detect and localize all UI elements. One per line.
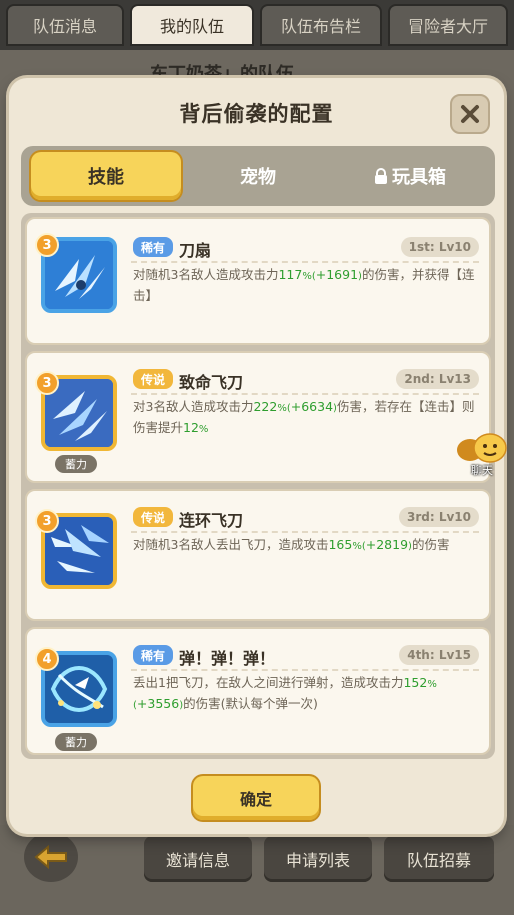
chat-button[interactable]: 聊天: [454, 432, 510, 480]
description-segment: %(: [352, 541, 366, 552]
description-segment: 222: [253, 399, 278, 414]
tab-team-bulletin[interactable]: 队伍布告栏: [260, 4, 382, 46]
divider: [131, 393, 479, 395]
close-icon: [461, 105, 479, 123]
config-dialog: 背后偷袭的配置 技能 宠物 玩具箱 3 稀有 刀扇 1st: Lv10 对随机3…: [9, 78, 504, 834]
lock-icon: [375, 168, 387, 184]
description-segment: 的伤害(默认每个弹一次): [183, 696, 318, 711]
charge-tag: 蓄力: [55, 733, 97, 751]
dialog-tab-bar: 技能 宠物 玩具箱: [21, 146, 495, 206]
description-segment: 152: [403, 675, 428, 690]
description-segment: 117: [278, 267, 303, 282]
description-segment: +1691: [315, 267, 359, 282]
description-segment: %: [198, 424, 209, 435]
back-arrow-icon: [34, 845, 67, 869]
skill-slot-badge: 4: [35, 647, 59, 671]
back-button[interactable]: [24, 832, 78, 882]
tab-toybox-label: 玩具箱: [392, 167, 446, 188]
chat-label: 聊天: [471, 464, 493, 477]
skill-description: 丢出1把飞刀，在敌人之间进行弹射，造成攻击力152%(+3556)的伤害(默认每…: [133, 673, 475, 715]
description-segment: +6634: [290, 399, 334, 414]
skill-level: 2nd: Lv13: [396, 369, 479, 389]
skill-description: 对随机3名敌人丢出飞刀，造成攻击165%(+2819)的伤害: [133, 535, 475, 556]
divider: [131, 669, 479, 671]
tab-my-team[interactable]: 我的队伍: [130, 4, 254, 46]
description-segment: 对随机3名敌人丢出飞刀，造成攻击: [133, 537, 329, 552]
skill-level: 3rd: Lv10: [398, 507, 479, 527]
skill-card[interactable]: 3 传说 连环飞刀 3rd: Lv10 对随机3名敌人丢出飞刀，造成攻击165%…: [25, 489, 491, 621]
skill-slot-badge: 3: [35, 233, 59, 257]
top-tab-bar: 队伍消息 我的队伍 队伍布告栏 冒险者大厅: [0, 0, 514, 50]
chat-bubble-icon: [457, 433, 507, 463]
dialog-title: 背后偷袭的配置: [179, 102, 334, 126]
confirm-button[interactable]: 确定: [193, 776, 319, 820]
skill-level: 4th: Lv15: [399, 645, 479, 665]
tab-team-messages[interactable]: 队伍消息: [6, 4, 124, 46]
description-segment: +2819: [365, 537, 409, 552]
description-segment: 丢出1把飞刀，在敌人之间进行弹射，造成攻击力: [133, 675, 404, 690]
rarity-badge: 稀有: [133, 645, 173, 665]
skill-card[interactable]: 3 蓄力 传说 致命飞刀 2nd: Lv13 对3名敌人造成攻击力222%(+6…: [25, 351, 491, 483]
divider: [131, 531, 479, 533]
tab-toybox[interactable]: 玩具箱: [335, 152, 485, 200]
skill-card[interactable]: 4 蓄力 稀有 弹！弹！弹！ 4th: Lv15 丢出1把飞刀，在敌人之间进行弹…: [25, 627, 491, 755]
skill-card[interactable]: 3 稀有 刀扇 1st: Lv10 对随机3名敌人造成攻击力117%(+1691…: [25, 217, 491, 345]
team-recruit-button[interactable]: 队伍招募: [384, 836, 494, 882]
tab-pets[interactable]: 宠物: [183, 152, 333, 200]
description-segment: +3556: [136, 696, 180, 711]
skill-description: 对3名敌人造成攻击力222%(+6634)伤害，若存在【连击】则伤害提升12%: [133, 397, 475, 439]
divider: [131, 261, 479, 263]
skill-slot-badge: 3: [35, 371, 59, 395]
skill-slot-badge: 3: [35, 509, 59, 533]
description-segment: 165: [328, 537, 353, 552]
invite-info-button[interactable]: 邀请信息: [144, 836, 252, 882]
tab-skills[interactable]: 技能: [31, 152, 181, 200]
rarity-badge: 传说: [133, 507, 173, 527]
rarity-badge: 稀有: [133, 237, 173, 257]
skill-description: 对随机3名敌人造成攻击力117%(+1691)的伤害，并获得【连击】: [133, 265, 475, 305]
tab-adventurer-hall[interactable]: 冒险者大厅: [388, 4, 508, 46]
skill-name: 致命飞刀: [179, 373, 244, 392]
close-button[interactable]: [450, 94, 490, 134]
skill-list: 3 稀有 刀扇 1st: Lv10 对随机3名敌人造成攻击力117%(+1691…: [21, 213, 495, 759]
description-segment: 对3名敌人造成攻击力: [133, 399, 254, 414]
description-segment: 的伤害: [411, 537, 450, 552]
description-segment: %(: [277, 403, 291, 414]
description-segment: %(: [302, 271, 316, 282]
skill-name: 刀扇: [179, 241, 212, 260]
skill-name: 弹！弹！弹！: [179, 649, 276, 668]
description-segment: 12: [183, 420, 199, 435]
charge-tag: 蓄力: [55, 455, 97, 473]
description-segment: 对随机3名敌人造成攻击力: [133, 267, 279, 282]
rarity-badge: 传说: [133, 369, 173, 389]
application-list-button[interactable]: 申请列表: [264, 836, 372, 882]
skill-name: 连环飞刀: [179, 511, 244, 530]
skill-level: 1st: Lv10: [400, 237, 479, 257]
